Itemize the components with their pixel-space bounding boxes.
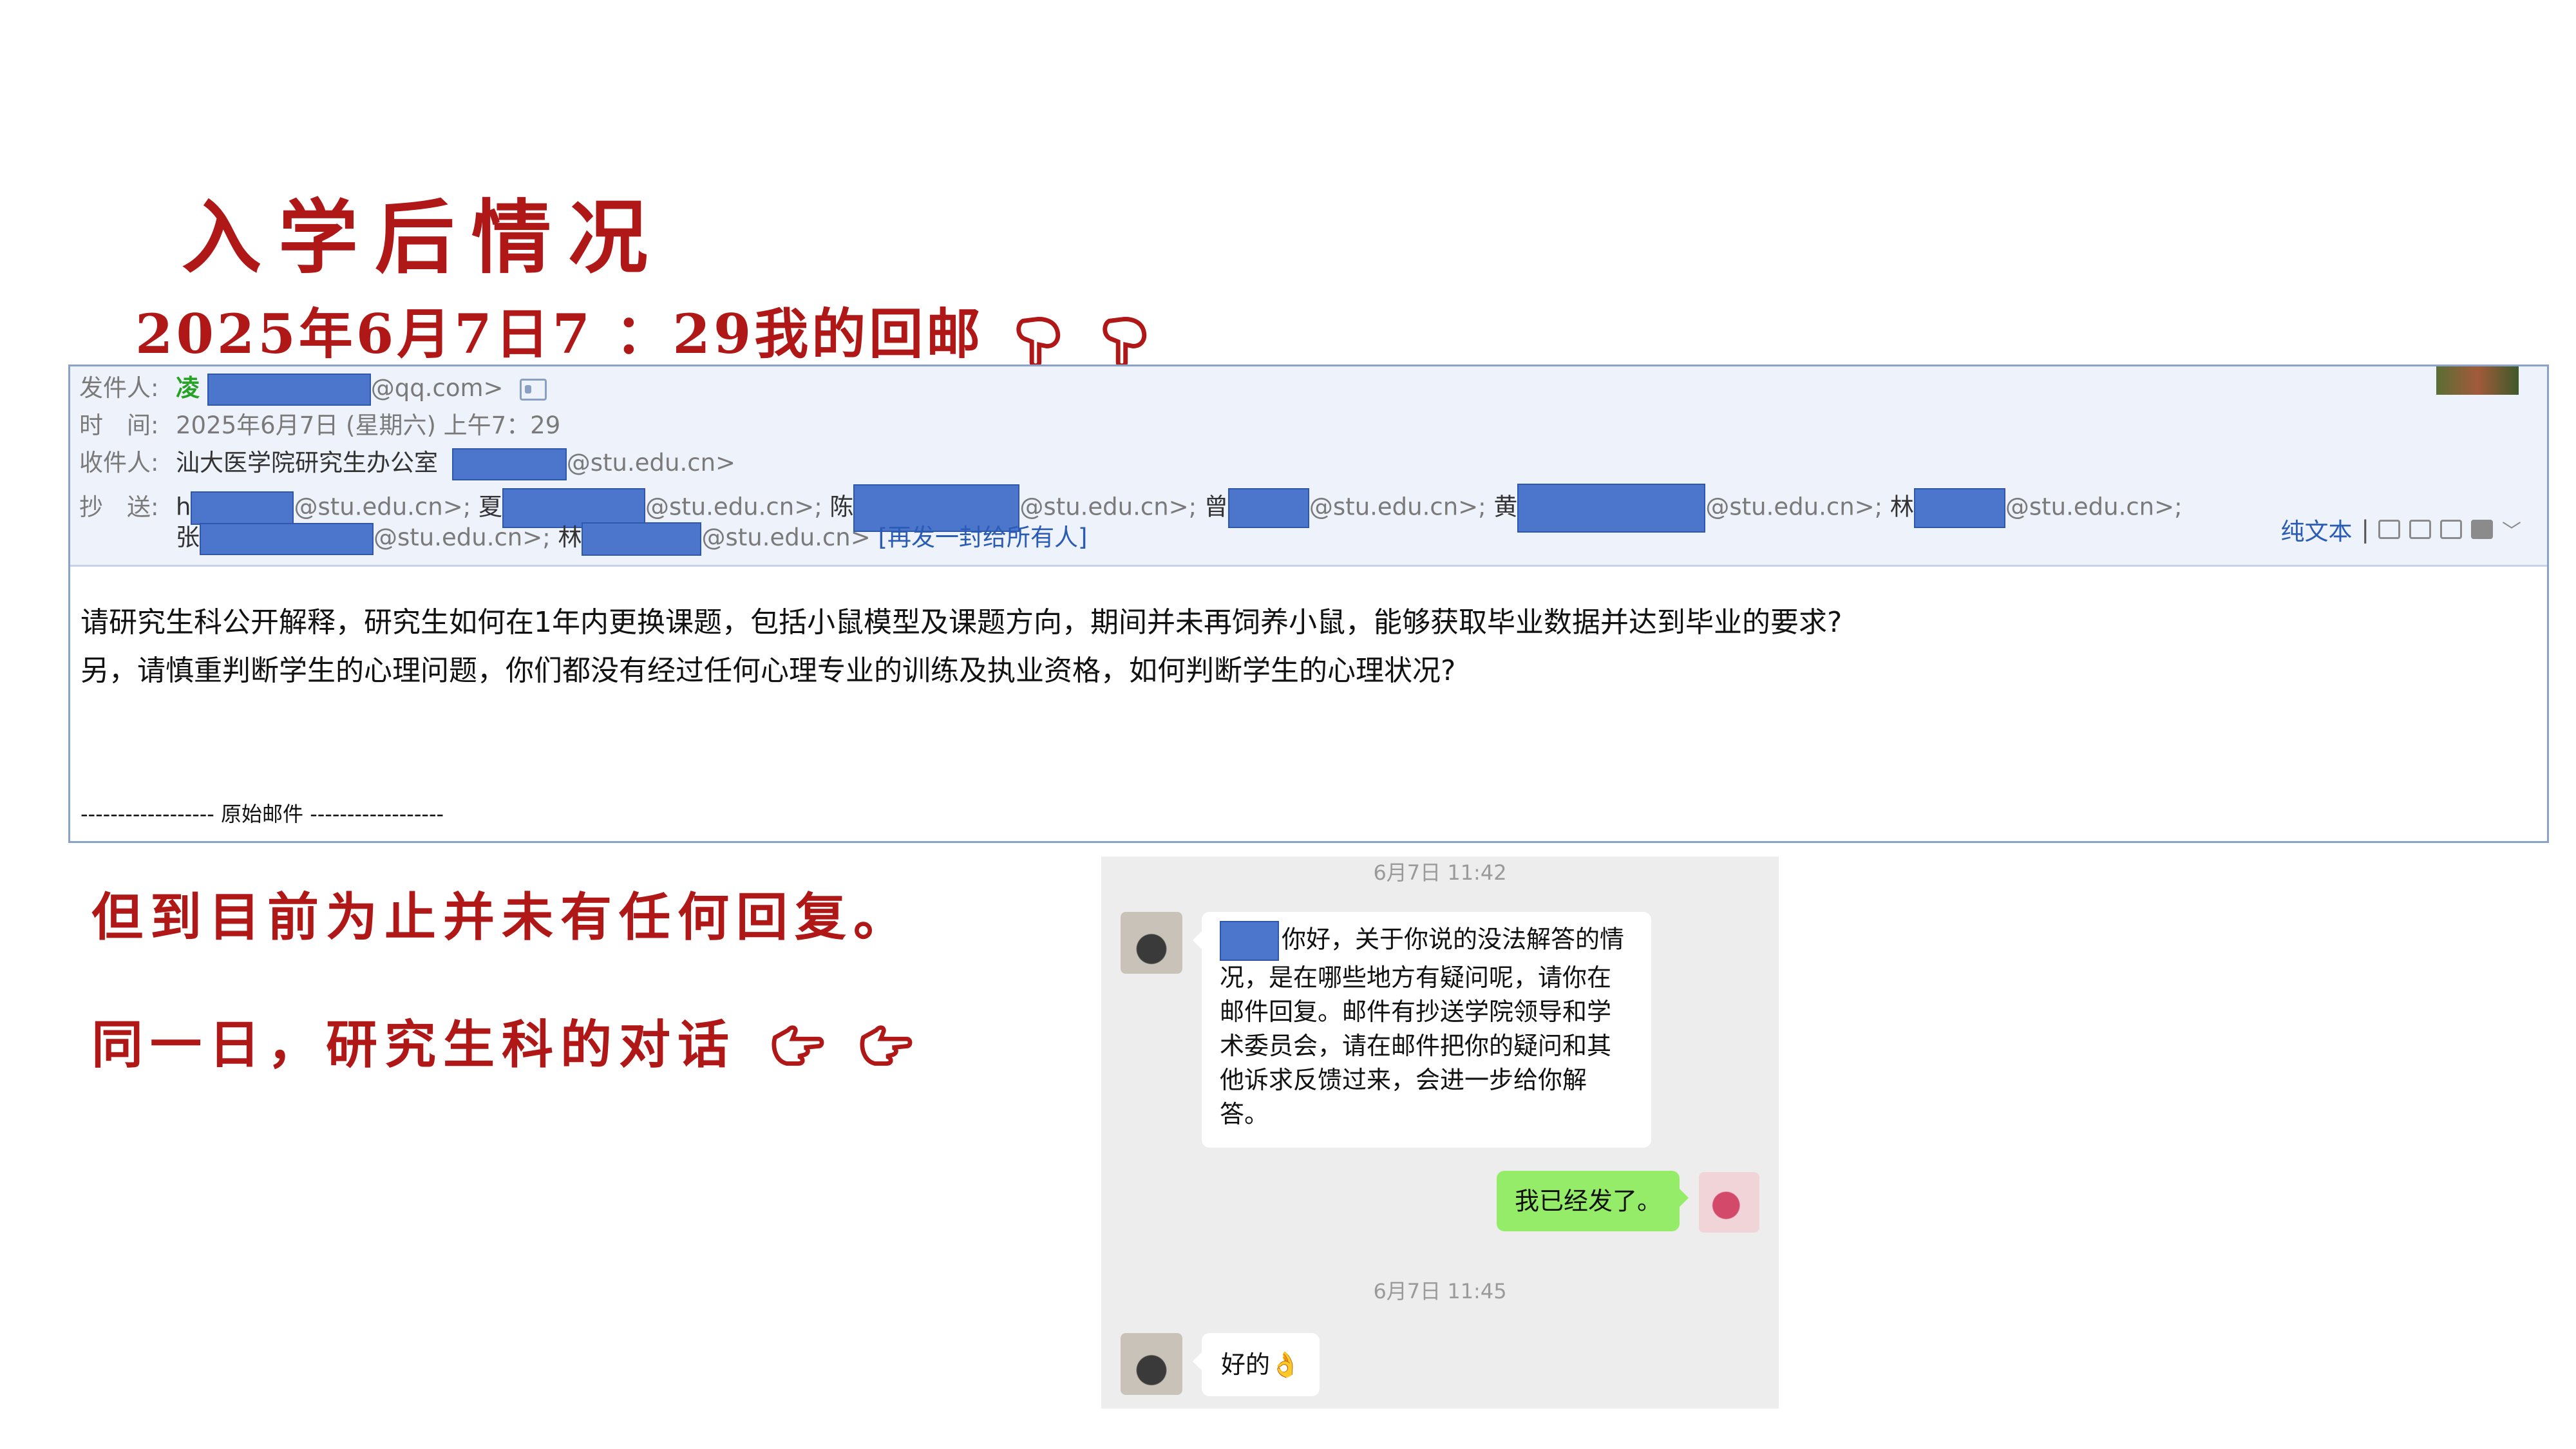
redacted-block: [207, 373, 371, 406]
cc-prefix[interactable]: 黄: [1493, 493, 1517, 521]
to-label: 收件人:: [79, 449, 159, 477]
reply-all-link[interactable]: [再发一封给所有人]: [878, 524, 1088, 551]
chat-panel: 6月7日 11:42 你好，关于你说的没法解答的情况，是在哪些地方有疑问呢，请你…: [1101, 857, 1779, 1408]
email-body-line: 另，请慎重判断学生的心理问题，你们都没有经过任何心理专业的训练及执业资格，如何判…: [80, 654, 1456, 687]
from-row: 发件人: 凌 @qq.com>: [79, 372, 547, 406]
chat-timestamp: 6月7日 11:45: [1373, 1279, 1507, 1303]
cc-domain[interactable]: @stu.edu.cn>;: [374, 524, 551, 551]
email-header: 发件人: 凌 @qq.com> 时 间: 2025年6月7日 (星期六) 上午7：2…: [70, 366, 2547, 567]
cc-prefix[interactable]: 林: [1890, 493, 1914, 521]
redacted-block: [1220, 921, 1279, 961]
new-window-icon[interactable]: [2378, 520, 2400, 539]
cc-domain[interactable]: @stu.edu.cn>;: [645, 493, 822, 521]
cc-row: 抄 送: h @stu.edu.cn>; 夏 @stu.edu.cn>; 陈 @stu.…: [79, 484, 2183, 533]
contact-card-icon[interactable]: [520, 378, 547, 401]
redacted-block: [1517, 484, 1706, 533]
time-row: 时 间: 2025年6月7日 (星期六) 上午7：29: [79, 409, 560, 442]
cc-domain[interactable]: @stu.edu.cn>;: [1019, 493, 1197, 521]
cc-domain[interactable]: @stu.edu.cn>;: [1309, 493, 1486, 521]
message-text: 我已经发了。: [1514, 1187, 1662, 1215]
pointing-down-hand-icon-2: [1103, 317, 1146, 368]
redacted-block: [191, 491, 294, 525]
pointing-right-hand-icon: [772, 1025, 824, 1066]
same-day-note-text: 同一日，研究生科的对话: [91, 1014, 736, 1075]
slide-subtitle: 2025年6月7日7 ：29我的回邮: [135, 291, 1157, 369]
chevron-down-icon[interactable]: ﹀: [2502, 515, 2521, 544]
sender-domain[interactable]: @qq.com>: [371, 374, 504, 402]
cc-domain[interactable]: @stu.edu.cn>: [701, 524, 870, 551]
email-body-line: 请研究生科公开解释，研究生如何在1年内更换课题，包括小鼠模型及课题方向，期间并未…: [80, 606, 1842, 639]
pointing-right-hand-icon-2: [860, 1025, 913, 1066]
email-panel: 发件人: 凌 @qq.com> 时 间: 2025年6月7日 (星期六) 上午7：2…: [68, 365, 2549, 843]
print-icon[interactable]: [2471, 520, 2493, 539]
cc-prefix[interactable]: 林: [558, 524, 582, 551]
slide-title: 入学后情况: [182, 191, 665, 285]
mail-header-icon[interactable]: [2409, 520, 2431, 539]
avatar[interactable]: [1121, 1333, 1182, 1395]
cc-prefix[interactable]: 张: [176, 524, 200, 551]
pointing-down-hand-icon: [1016, 317, 1060, 368]
cc-prefix[interactable]: h: [176, 493, 191, 521]
download-icon[interactable]: [2440, 520, 2462, 539]
message-text: 好的👌: [1221, 1350, 1301, 1379]
to-row: 收件人: 汕大医学院研究生办公室 @stu.edu.cn>: [79, 446, 735, 480]
chat-message-incoming[interactable]: 好的👌: [1192, 1333, 1320, 1396]
recipient-domain[interactable]: @stu.edu.cn>: [567, 449, 735, 477]
from-label: 发件人:: [79, 374, 159, 402]
redacted-block: [1227, 488, 1309, 528]
same-day-note: 同一日，研究生科的对话: [91, 1003, 913, 1078]
cc-domain[interactable]: @stu.edu.cn>;: [294, 493, 471, 521]
cc-domain[interactable]: @stu.edu.cn>;: [2005, 493, 2183, 521]
recipient-name[interactable]: 汕大医学院研究生办公室: [176, 449, 438, 477]
cc-prefix[interactable]: 夏: [478, 493, 502, 521]
time-label: 时 间:: [79, 412, 159, 439]
no-reply-note: 但到目前为止并未有任何回复。: [91, 887, 912, 947]
redacted-block: [451, 448, 567, 480]
redacted-block: [582, 522, 702, 556]
sender-name[interactable]: 凌: [176, 374, 200, 402]
subtitle-text: 2025年6月7日7 ：29我的回邮: [135, 302, 984, 366]
chat-message-outgoing[interactable]: 我已经发了。: [1496, 1171, 1689, 1231]
avatar[interactable]: [1121, 912, 1182, 974]
cc-domain[interactable]: @stu.edu.cn>;: [1705, 493, 1882, 521]
toolbar-separator: |: [2361, 515, 2369, 544]
original-mail-divider: ------------------ 原始邮件 ----------------…: [80, 802, 444, 826]
redacted-block: [200, 522, 374, 555]
plain-text-link[interactable]: 纯文本: [2281, 512, 2353, 547]
cc-label: 抄 送:: [79, 493, 159, 521]
sender-avatar[interactable]: [2436, 366, 2519, 395]
chat-message-incoming[interactable]: 你好，关于你说的没法解答的情况，是在哪些地方有疑问呢，请你在邮件回复。邮件有抄送…: [1193, 912, 1651, 1148]
time-value: 2025年6月7日 (星期六) 上午7：29: [176, 412, 561, 439]
cc-prefix[interactable]: 陈: [829, 493, 853, 521]
chat-timestamp: 6月7日 11:42: [1373, 860, 1507, 885]
cc-prefix[interactable]: 曾: [1204, 493, 1228, 521]
cc-row-2: 张 @stu.edu.cn>; 林 @stu.edu.cn> [再发一封给所有人]: [79, 521, 1088, 556]
email-body: 请研究生科公开解释，研究生如何在1年内更换课题，包括小鼠模型及课题方向，期间并未…: [80, 598, 1842, 695]
message-text: 你好，关于你说的没法解答的情况，是在哪些地方有疑问呢，请你在邮件回复。邮件有抄送…: [1220, 925, 1625, 1129]
email-toolbar: 纯文本 | ﹀: [2281, 512, 2521, 547]
redacted-block: [1913, 488, 2005, 528]
avatar[interactable]: [1699, 1172, 1759, 1233]
